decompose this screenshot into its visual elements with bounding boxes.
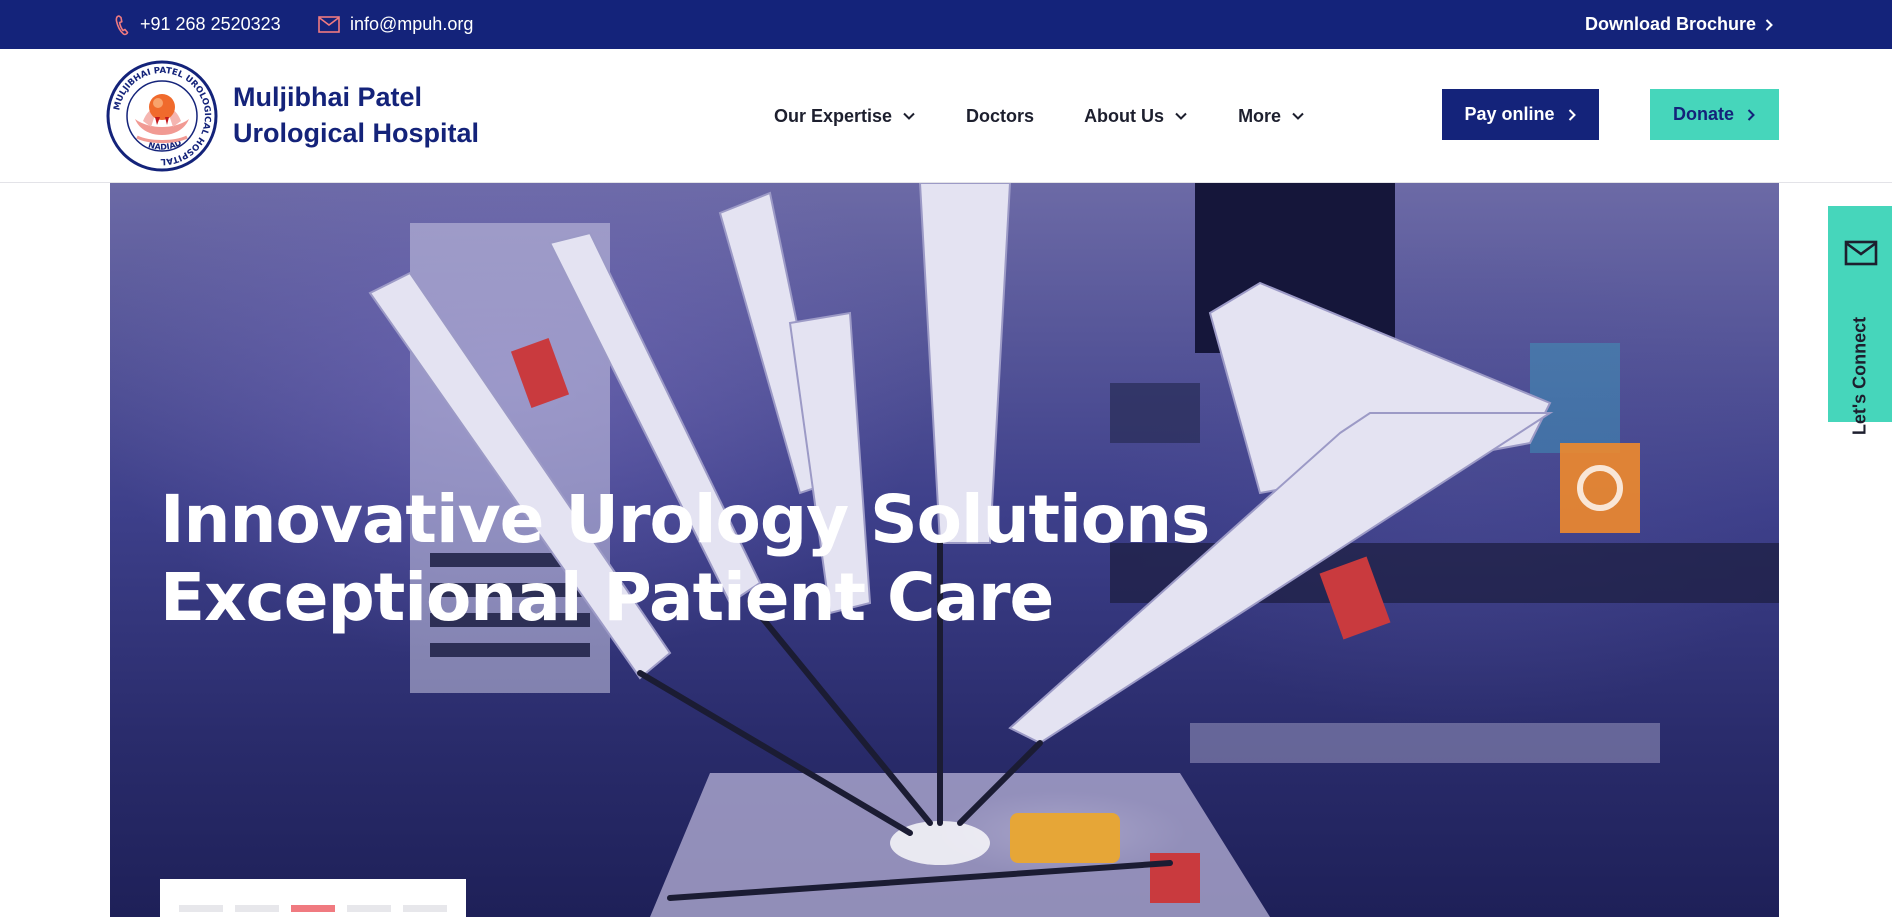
- phone-link[interactable]: +91 268 2520323: [114, 0, 281, 49]
- phone-number: +91 268 2520323: [140, 14, 281, 34]
- hospital-name[interactable]: Muljibhai Patel Urological Hospital: [233, 79, 479, 151]
- pay-online-button[interactable]: Pay online: [1442, 89, 1599, 140]
- download-brochure-label: Download Brochure: [1584, 14, 1756, 34]
- chevron-down-icon: [1175, 112, 1187, 120]
- lets-connect-tab[interactable]: Let's Connect: [1828, 206, 1892, 435]
- phone-icon: [115, 14, 129, 35]
- chevron-right-icon: [1765, 18, 1773, 31]
- pay-online-label: Pay online: [1464, 104, 1555, 124]
- hero-title-rest: Urology Solutions: [543, 481, 1210, 558]
- main-header: MULJIBHAI PATEL UROLOGICAL HOSPITAL NADI…: [0, 49, 1892, 183]
- chevron-down-icon: [903, 112, 915, 120]
- hero-title-line1: Innovative Urology Solutions: [160, 481, 1210, 559]
- hero-title-line2: Exceptional Patient Care: [160, 559, 1054, 636]
- top-bar: +91 268 2520323 info@mpuh.org Download B…: [0, 0, 1892, 49]
- email-link[interactable]: info@mpuh.org: [318, 0, 473, 49]
- nav-more-label: More: [1238, 105, 1282, 126]
- slide-dot-4[interactable]: [347, 905, 391, 912]
- donate-label: Donate: [1672, 104, 1734, 124]
- nav-about-us-label: About Us: [1084, 105, 1165, 126]
- slide-dot-2[interactable]: [235, 905, 279, 912]
- chevron-right-icon: [1747, 108, 1755, 121]
- nav-doctors[interactable]: Doctors: [966, 106, 1034, 127]
- slide-dot-3[interactable]: [291, 905, 335, 912]
- hospital-name-line2: Urological Hospital: [233, 118, 480, 148]
- hospital-name-line1: Muljibhai Patel: [233, 82, 423, 112]
- main-navigation: Our Expertise Doctors About Us More: [774, 49, 1355, 183]
- nav-about-us[interactable]: About Us: [1084, 106, 1188, 127]
- mail-icon: [1844, 240, 1878, 266]
- nav-doctors-label: Doctors: [966, 105, 1035, 126]
- hero-title-bold: Innovative: [160, 481, 544, 558]
- slide-dot-1[interactable]: [179, 905, 223, 912]
- download-brochure-link[interactable]: Download Brochure: [1585, 0, 1774, 49]
- donate-button[interactable]: Donate: [1650, 89, 1779, 140]
- nav-our-expertise-label: Our Expertise: [774, 105, 893, 126]
- lets-connect-label: Let's Connect: [1849, 316, 1870, 436]
- slide-dot-5[interactable]: [403, 905, 447, 912]
- hero-banner: Innovative Urology Solutions Exceptional…: [110, 183, 1779, 917]
- chevron-right-icon: [1568, 108, 1576, 121]
- nav-our-expertise[interactable]: Our Expertise: [774, 106, 916, 127]
- logo-emblem: MULJIBHAI PATEL UROLOGICAL HOSPITAL NADI…: [106, 60, 218, 172]
- email-address: info@mpuh.org: [350, 14, 474, 34]
- chevron-down-icon: [1292, 112, 1304, 120]
- hero-title: Innovative Urology Solutions Exceptional…: [160, 481, 1210, 637]
- nav-more[interactable]: More: [1238, 106, 1305, 127]
- mail-icon: [318, 16, 340, 33]
- hospital-logo[interactable]: MULJIBHAI PATEL UROLOGICAL HOSPITAL NADI…: [105, 59, 219, 173]
- slider-pagination: [160, 879, 466, 917]
